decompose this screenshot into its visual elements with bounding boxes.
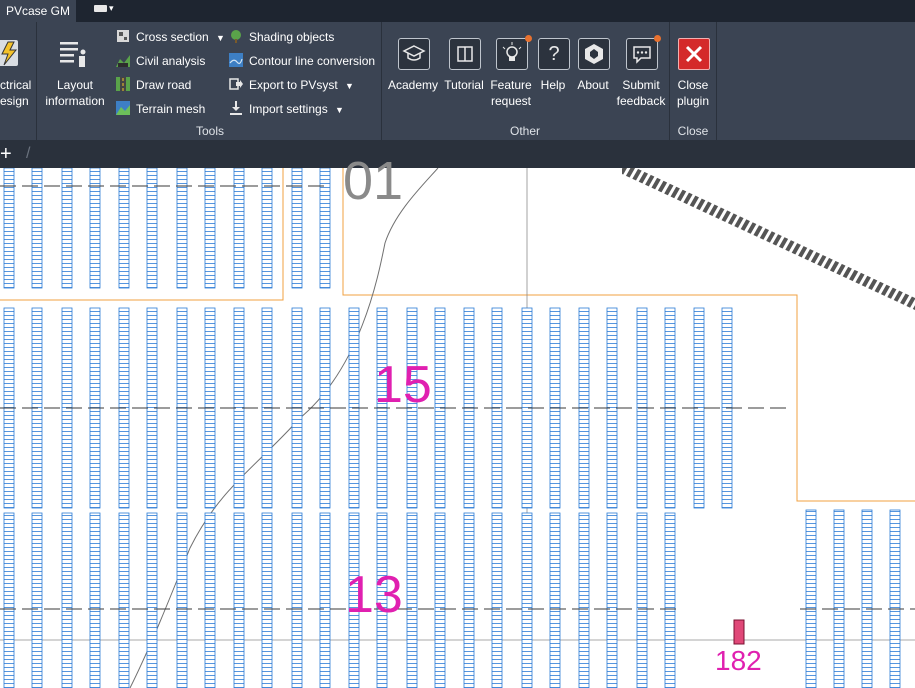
feature-request-icon: [496, 38, 528, 70]
inverter-label-182: 182: [715, 645, 762, 676]
contour-line-conversion-label: Contour line conversion: [249, 54, 376, 68]
civil-analysis-label: Civil analysis: [136, 54, 206, 68]
tutorial-label: Tutorial: [444, 78, 484, 92]
about-icon: [578, 38, 610, 70]
row-connector-lines: [0, 185, 915, 610]
close-icon: [678, 38, 710, 70]
tab-bar: [0, 0, 915, 22]
pv-table: [61, 512, 73, 688]
workspace-dropdown[interactable]: ▾: [94, 3, 124, 19]
pv-table: [261, 512, 273, 688]
pv-table: [549, 512, 561, 688]
pv-table: [636, 512, 648, 688]
pv-table: [521, 512, 533, 688]
contour-line-conversion-icon: [229, 53, 243, 67]
pv-table: [204, 512, 216, 688]
document-tab-strip: [0, 140, 915, 168]
layout-information-label-1: Layout: [56, 78, 94, 92]
pv-table: [664, 512, 676, 688]
site-boundary: [0, 168, 915, 502]
cross-section-label: Cross section: [136, 30, 209, 44]
layout-information-label-2: information: [45, 94, 105, 108]
submit-feedback-label-2: feedback: [616, 94, 666, 108]
pv-table: [434, 512, 446, 688]
export-dropdown-icon: ▼: [345, 81, 354, 91]
pv-table: [833, 509, 845, 688]
draw-road-button[interactable]: Draw road: [116, 75, 191, 95]
pv-table: [889, 509, 901, 688]
pv-table: [118, 512, 130, 688]
import-dropdown-icon: ▼: [335, 105, 344, 115]
feature-request-label-1: Feature: [490, 78, 532, 92]
electrical-design-icon: [0, 40, 18, 66]
import-settings-label: Import settings: [249, 102, 328, 116]
ribbon: ctrical esign Layout information Cross s…: [0, 22, 915, 140]
draw-road-icon: [116, 77, 130, 91]
pv-table: [319, 512, 331, 688]
help-label: Help: [540, 78, 566, 92]
academy-icon: [398, 38, 430, 70]
pv-table: [176, 512, 188, 688]
pv-table: [606, 512, 618, 688]
notification-dot: [654, 35, 661, 42]
export-to-pvsyst-button[interactable]: Export to PVsyst ▼: [229, 75, 354, 95]
close-plugin-label-1: Close: [677, 78, 709, 92]
pv-table: [31, 512, 43, 688]
civil-analysis-icon: [116, 55, 130, 67]
submit-feedback-icon: [626, 38, 658, 70]
export-to-pvsyst-label: Export to PVsyst: [249, 78, 338, 92]
pv-table: [491, 512, 503, 688]
draw-road-label: Draw road: [136, 78, 192, 92]
shading-objects-label: Shading objects: [249, 30, 335, 44]
terrain-mesh-label: Terrain mesh: [136, 102, 206, 116]
pv-table: [146, 512, 158, 688]
pv-table: [3, 512, 15, 688]
notification-dot: [525, 35, 532, 42]
tutorial-icon: [449, 38, 481, 70]
electrical-design-label-2: esign: [0, 94, 29, 108]
inverter-marker: [733, 619, 745, 645]
pv-table: [805, 509, 817, 688]
block-label-13: 13: [345, 566, 403, 624]
pv-table: [861, 509, 873, 688]
shading-objects-button[interactable]: Shading objects: [229, 27, 334, 47]
tools-group-label: Tools: [195, 124, 224, 138]
pv-table: [89, 512, 101, 688]
other-group-label: Other: [509, 124, 540, 138]
import-icon: [230, 101, 242, 115]
cross-section-icon: [117, 30, 129, 42]
pv-table: [463, 512, 475, 688]
electrical-design-label-1: ctrical: [0, 78, 32, 92]
terrain-mesh-button[interactable]: Terrain mesh: [116, 99, 205, 119]
submit-feedback-label-1: Submit: [622, 78, 660, 92]
about-label: About: [577, 78, 609, 92]
cross-section-button[interactable]: Cross section ▼: [116, 27, 225, 47]
help-icon: ?: [538, 38, 570, 70]
import-settings-button[interactable]: Import settings ▼: [229, 99, 344, 119]
terrain-mesh-icon: [116, 101, 130, 115]
contour-line-conversion-button[interactable]: Contour line conversion: [229, 51, 375, 71]
pv-table: [406, 512, 418, 688]
tab-divider: /: [26, 145, 31, 162]
pv-table-rows: [3, 168, 901, 688]
pv-table: [291, 512, 303, 688]
drawing-canvas[interactable]: [0, 168, 915, 688]
shading-objects-icon: [231, 30, 241, 43]
block-label-15: 15: [374, 356, 432, 414]
pv-table: [578, 512, 590, 688]
academy-label: Academy: [387, 78, 439, 92]
close-plugin-label-2: plugin: [676, 94, 710, 108]
tab-pvcase-gm[interactable]: PVcase GM: [0, 0, 76, 22]
export-icon: [229, 78, 243, 90]
railroad-track: [622, 168, 915, 310]
close-group-label: Close: [677, 124, 709, 138]
layout-information-icon: [60, 42, 86, 67]
civil-analysis-button[interactable]: Civil analysis: [116, 51, 205, 71]
cross-section-dropdown-icon: ▼: [216, 33, 225, 43]
feature-request-label-2: request: [490, 94, 532, 108]
pv-table: [233, 512, 245, 688]
new-tab-icon[interactable]: +: [0, 140, 18, 168]
block-label-01: 01: [343, 151, 404, 211]
